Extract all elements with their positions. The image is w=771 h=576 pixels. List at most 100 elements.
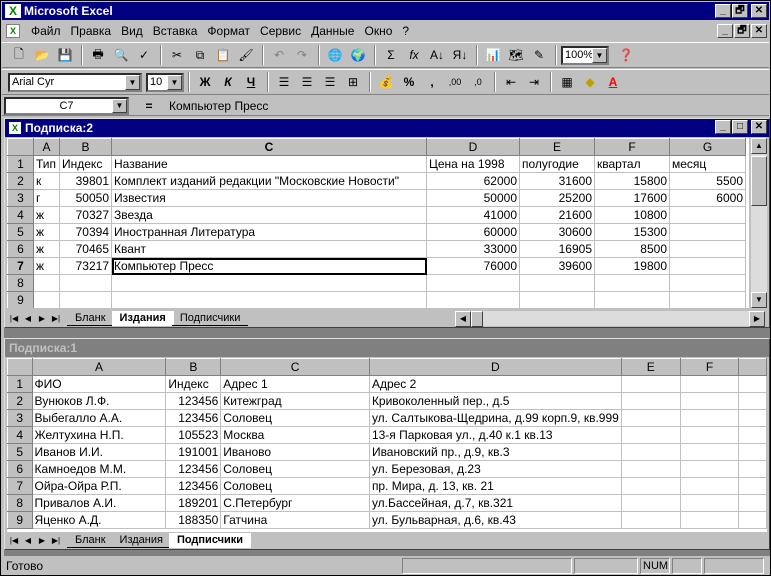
cell[interactable]: 30600 — [519, 223, 595, 241]
chevron-down-icon[interactable]: ▼ — [125, 74, 140, 90]
cell[interactable]: Цена на 1998 — [426, 155, 520, 173]
menu-format[interactable]: Формат — [202, 24, 255, 38]
cell[interactable] — [669, 223, 746, 241]
underline-button[interactable]: Ч — [240, 71, 262, 93]
cell[interactable]: Название — [111, 155, 427, 173]
menu-view[interactable]: Вид — [116, 24, 148, 38]
cell[interactable]: 25200 — [519, 189, 595, 207]
cell[interactable]: 50050 — [59, 189, 112, 207]
spelling-icon[interactable]: ✓ — [133, 44, 155, 66]
cell[interactable]: Ивановский пр., д.9, кв.3 — [369, 443, 622, 461]
cell[interactable] — [738, 511, 767, 529]
row-header[interactable]: 2 — [7, 172, 34, 190]
currency-icon[interactable]: 💰 — [375, 71, 397, 93]
col-header-b[interactable]: B — [59, 138, 112, 156]
cell[interactable]: С.Петербург — [220, 494, 370, 512]
sheet-grid[interactable]: A B C D E F 1 ФИО Индекс Адрес 1 Адрес 2 — [7, 358, 767, 532]
cell[interactable]: 123456 — [165, 460, 222, 478]
doc-minimize-button[interactable]: _ — [717, 24, 733, 38]
cell[interactable]: Привалов А.И. — [32, 494, 167, 512]
formula-input[interactable]: Компьютер Пресс — [169, 99, 268, 113]
cell[interactable]: Выбегалло А.А. — [32, 409, 167, 427]
cut-icon[interactable]: ✂ — [166, 44, 188, 66]
undo-icon[interactable]: ↶ — [268, 44, 290, 66]
cell[interactable] — [680, 460, 740, 478]
row-header[interactable]: 1 — [7, 375, 33, 393]
cell[interactable]: 123456 — [165, 409, 222, 427]
row-header[interactable]: 1 — [7, 155, 34, 173]
cell[interactable]: Камноедов М.М. — [32, 460, 167, 478]
italic-button[interactable]: К — [217, 71, 239, 93]
cell[interactable]: 10800 — [594, 206, 670, 224]
row-header[interactable]: 7 — [7, 477, 33, 495]
cell[interactable]: квартал — [594, 155, 670, 173]
scroll-down-icon[interactable]: ▼ — [751, 292, 767, 308]
font-size-select[interactable]: 10 ▼ — [146, 72, 184, 92]
cell[interactable]: Адрес 1 — [220, 375, 370, 393]
cell[interactable] — [680, 494, 740, 512]
first-sheet-icon[interactable]: |◀ — [7, 534, 21, 548]
cell[interactable]: 70327 — [59, 206, 112, 224]
map-icon[interactable]: 🗺 — [505, 44, 527, 66]
cell[interactable]: Индекс — [59, 155, 112, 173]
tab-editions[interactable]: Издания — [111, 311, 174, 326]
cell[interactable] — [59, 274, 112, 292]
cell[interactable]: 70465 — [59, 240, 112, 258]
cell[interactable]: ж — [33, 240, 60, 258]
row-header[interactable]: 9 — [7, 511, 33, 529]
format-painter-icon[interactable]: 🖌 — [235, 44, 257, 66]
autosum-icon[interactable]: Σ — [380, 44, 402, 66]
cell[interactable]: 8500 — [594, 240, 670, 258]
row-header[interactable]: 3 — [7, 409, 33, 427]
cell[interactable]: 189201 — [165, 494, 222, 512]
tab-subscribers[interactable]: Подписчики — [168, 533, 252, 548]
row-header[interactable]: 9 — [7, 291, 34, 308]
col-header-c[interactable]: C — [111, 138, 427, 156]
row-header[interactable]: 8 — [7, 274, 34, 292]
cell[interactable] — [738, 494, 767, 512]
cell[interactable]: 41000 — [426, 206, 520, 224]
function-icon[interactable]: fx — [403, 44, 425, 66]
cell[interactable] — [680, 392, 740, 410]
cell[interactable]: месяц — [669, 155, 746, 173]
borders-icon[interactable]: ▦ — [556, 71, 578, 93]
cell[interactable]: ж — [33, 206, 60, 224]
tab-blank[interactable]: Бланк — [67, 533, 114, 548]
cell[interactable] — [738, 409, 767, 427]
cell[interactable]: ул. Бульварная, д.6, кв.43 — [369, 511, 622, 529]
cell[interactable] — [594, 274, 670, 292]
cell[interactable]: Яценко А.Д. — [32, 511, 167, 529]
cell[interactable]: ж — [33, 257, 60, 275]
select-all-corner[interactable] — [7, 358, 33, 376]
chevron-down-icon[interactable]: ▼ — [112, 98, 127, 113]
doc-close-button[interactable]: ✕ — [751, 24, 767, 38]
col-header-f[interactable]: F — [594, 138, 670, 156]
cell[interactable] — [33, 274, 60, 292]
cell[interactable]: Китежград — [220, 392, 370, 410]
cell[interactable]: Соловец — [220, 409, 370, 427]
next-sheet-icon[interactable]: ▶ — [35, 312, 49, 326]
cell[interactable] — [426, 291, 520, 308]
cell[interactable]: 6000 — [669, 189, 746, 207]
cell[interactable]: 123456 — [165, 392, 222, 410]
cell[interactable]: Адрес 2 — [369, 375, 622, 393]
cell[interactable]: 33000 — [426, 240, 520, 258]
cell[interactable] — [594, 291, 670, 308]
cell[interactable] — [621, 460, 681, 478]
cell[interactable]: 39801 — [59, 172, 112, 190]
chart-wizard-icon[interactable]: 📊 — [482, 44, 504, 66]
cell[interactable] — [738, 477, 767, 495]
redo-icon[interactable]: ↷ — [291, 44, 313, 66]
cell[interactable]: 60000 — [426, 223, 520, 241]
sort-descending-icon[interactable]: Я↓ — [449, 44, 471, 66]
cell[interactable] — [621, 426, 681, 444]
hyperlink-icon[interactable]: 🌐 — [324, 44, 346, 66]
cell[interactable]: Иваново — [220, 443, 370, 461]
cell[interactable] — [738, 426, 767, 444]
cell[interactable]: 39600 — [519, 257, 595, 275]
col-header-e[interactable]: E — [620, 358, 681, 376]
chevron-down-icon[interactable]: ▼ — [167, 74, 182, 90]
cell[interactable]: Индекс — [165, 375, 222, 393]
cell[interactable]: пр. Мира, д. 13, кв. 21 — [369, 477, 622, 495]
cell[interactable]: Звезда — [111, 206, 427, 224]
